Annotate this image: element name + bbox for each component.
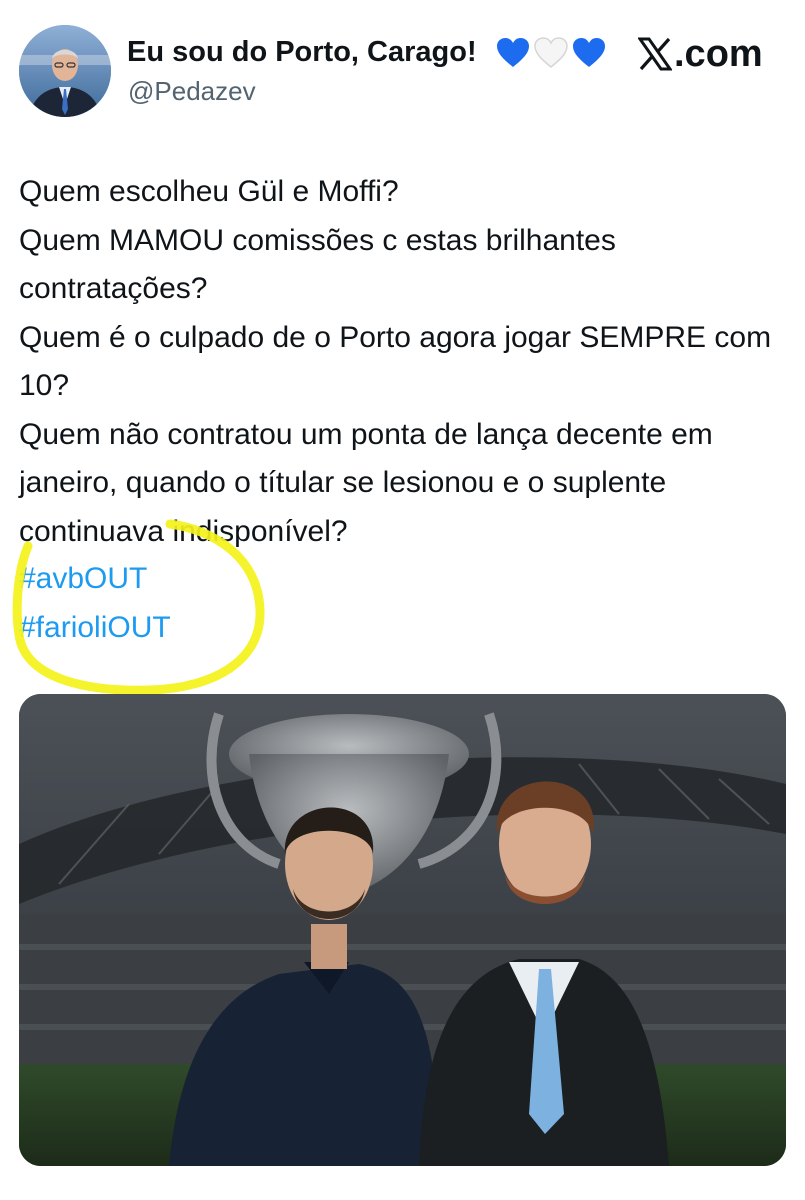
stadium-photo xyxy=(19,694,786,1166)
display-name[interactable]: Eu sou do Porto, Carago! xyxy=(127,36,477,68)
x-logo-icon xyxy=(638,37,672,71)
hashtag-list: #avbOUT #farioliOUT xyxy=(19,555,171,652)
blue-heart-icon xyxy=(572,38,605,68)
tweet-text: Quem escolheu Gül e Moffi? Quem MAMOU co… xyxy=(19,175,772,548)
x-brand: .com xyxy=(638,32,763,76)
tweet-media-image[interactable] xyxy=(19,694,786,1166)
avatar[interactable] xyxy=(19,25,111,117)
avatar-image xyxy=(19,25,111,117)
display-name-row[interactable]: Eu sou do Porto, Carago! xyxy=(127,32,607,72)
heart-emojis xyxy=(495,35,607,71)
white-heart-icon xyxy=(533,37,568,69)
user-handle[interactable]: @Pedazev xyxy=(128,74,256,108)
hashtag-farioliout[interactable]: #farioliOUT xyxy=(19,604,171,653)
blue-heart-icon xyxy=(496,38,529,68)
brand-label: .com xyxy=(674,33,763,75)
hashtag-avbout[interactable]: #avbOUT xyxy=(19,555,171,604)
